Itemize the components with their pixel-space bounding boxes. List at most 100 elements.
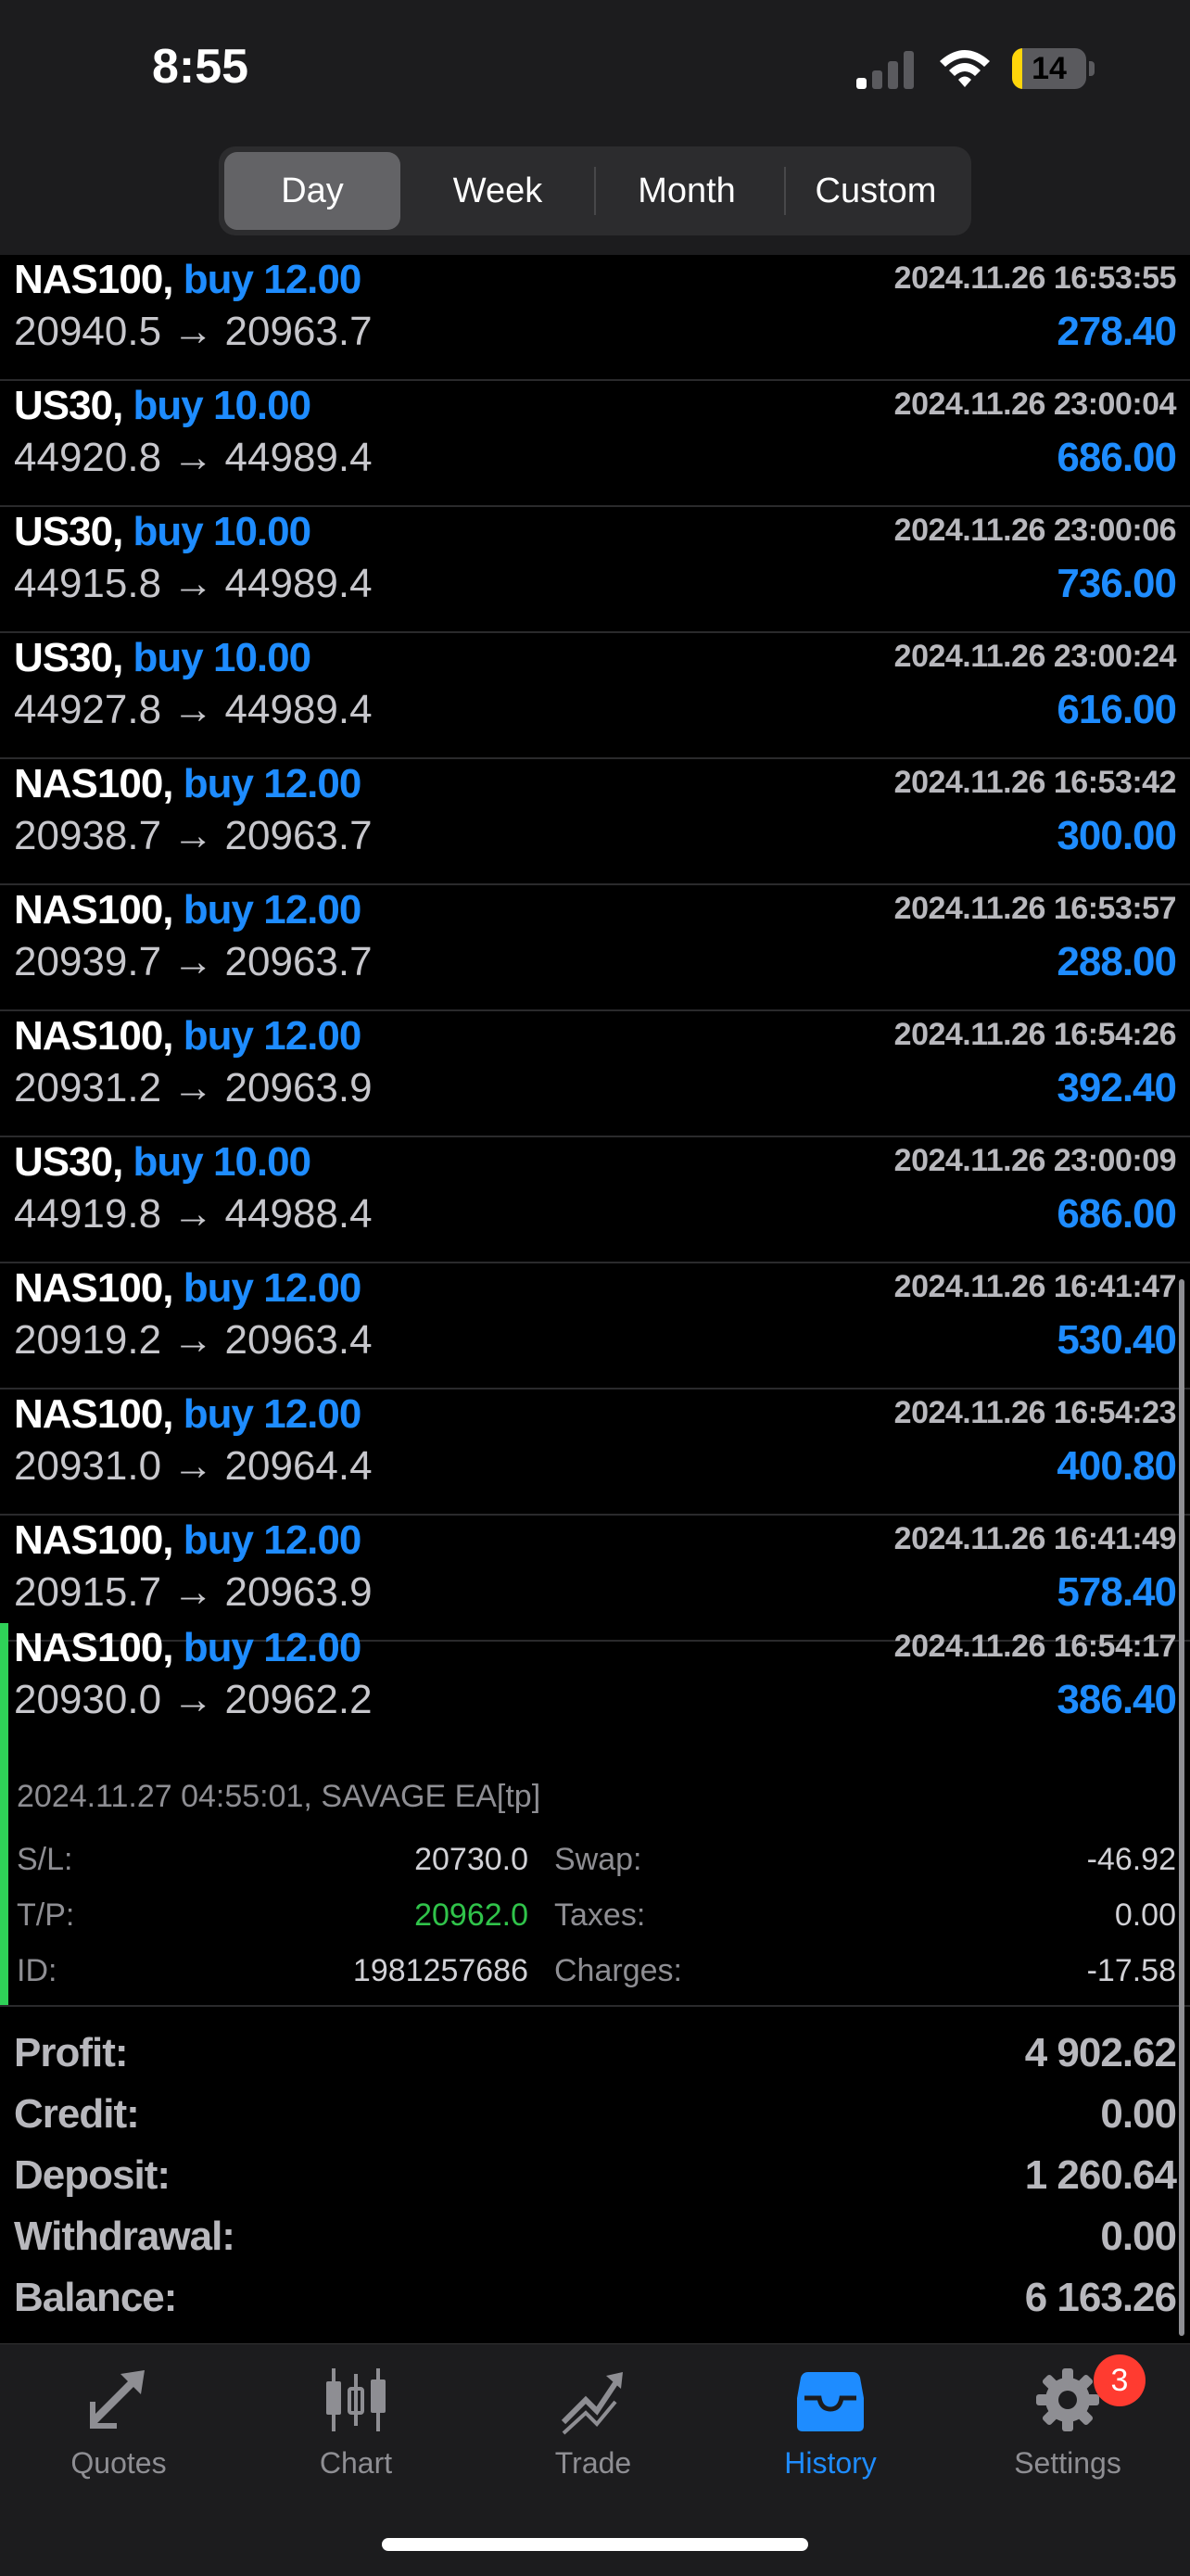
tab-history[interactable]: History bbox=[738, 2363, 923, 2502]
deal-side: buy 12.00 bbox=[183, 1013, 362, 1059]
deal-side: buy 12.00 bbox=[183, 257, 362, 302]
deal-prices: 20931.2 → 20963.9 bbox=[14, 1065, 373, 1111]
deal-side: buy 10.00 bbox=[133, 635, 312, 680]
deal-row-expanded[interactable]: NAS100, buy 12.00 20930.0 → 20962.2 2024… bbox=[0, 1623, 1190, 2007]
deal-close-price: 20963.7 bbox=[224, 813, 373, 858]
quotes-icon bbox=[90, 2370, 145, 2429]
deal-profit: 616.00 bbox=[1057, 687, 1177, 732]
summary-value: 0.00 bbox=[1100, 2091, 1177, 2137]
deal-row[interactable]: NAS100, buy 12.00 20940.5 → 20963.7 2024… bbox=[0, 255, 1190, 381]
deal-side: buy 12.00 bbox=[183, 1625, 362, 1670]
deal-profit: 400.80 bbox=[1057, 1443, 1177, 1489]
arrow-right-icon: → bbox=[172, 1677, 214, 1722]
deal-title: US30, buy 10.00 bbox=[14, 1139, 312, 1186]
deal-row[interactable]: US30, buy 10.00 44920.8 → 44989.4 2024.1… bbox=[0, 381, 1190, 507]
tab-label: Settings bbox=[1014, 2446, 1121, 2480]
deal-symbol: NAS100, bbox=[14, 887, 174, 933]
deal-prices: 20919.2 → 20963.4 bbox=[14, 1317, 373, 1364]
arrow-right-icon: → bbox=[172, 561, 214, 606]
history-icon bbox=[797, 2372, 864, 2431]
deal-title: US30, buy 10.00 bbox=[14, 383, 311, 429]
deal-row[interactable]: US30, buy 10.00 44915.8 → 44989.4 2024.1… bbox=[0, 507, 1190, 633]
tab-quotes[interactable]: Quotes bbox=[26, 2363, 211, 2502]
deal-side: buy 12.00 bbox=[183, 761, 362, 806]
deal-title: NAS100, buy 12.00 bbox=[14, 1517, 361, 1564]
taxes-value: 0.00 bbox=[1114, 1897, 1176, 1933]
deal-time: 2024.11.26 23:00:09 bbox=[893, 1143, 1177, 1178]
deal-time: 2024.11.26 16:53:55 bbox=[893, 260, 1177, 296]
trade-icon bbox=[561, 2372, 623, 2435]
deal-close-price: 44988.4 bbox=[224, 1191, 373, 1237]
cellular-signal-icon bbox=[856, 51, 914, 89]
deal-close-price: 44989.4 bbox=[224, 687, 373, 732]
arrow-right-icon: → bbox=[172, 1443, 214, 1489]
period-segmented-control: Day Week Month Custom bbox=[219, 146, 971, 235]
scrollbar[interactable] bbox=[1179, 1279, 1184, 2336]
summary-value: 1 260.64 bbox=[1024, 2152, 1177, 2198]
taxes-label: Taxes: bbox=[554, 1897, 646, 1933]
deal-row[interactable]: US30, buy 10.00 44919.8 → 44988.4 2024.1… bbox=[0, 1137, 1190, 1263]
deal-title: NAS100, buy 12.00 bbox=[14, 761, 361, 807]
deal-prices: 20938.7 → 20963.7 bbox=[14, 813, 373, 859]
summary-value: 4 902.62 bbox=[1024, 2030, 1177, 2075]
deal-open-price: 20930.0 bbox=[14, 1677, 162, 1722]
deal-row[interactable]: NAS100, buy 12.00 20939.7 → 20963.7 2024… bbox=[0, 885, 1190, 1011]
deal-close-price: 44989.4 bbox=[224, 561, 373, 606]
deal-profit: 686.00 bbox=[1057, 435, 1177, 480]
deal-symbol: NAS100, bbox=[14, 1391, 174, 1437]
deal-open-price: 44915.8 bbox=[14, 561, 162, 606]
segment-week[interactable]: Week bbox=[410, 152, 586, 230]
deal-close-price: 20963.7 bbox=[224, 939, 373, 984]
deal-row[interactable]: NAS100, buy 12.00 20919.2 → 20963.4 2024… bbox=[0, 1263, 1190, 1390]
swap-label: Swap: bbox=[554, 1842, 642, 1877]
charges-label: Charges: bbox=[554, 1953, 682, 1988]
deal-prices: 44919.8 → 44988.4 bbox=[14, 1191, 373, 1237]
charges-value: -17.58 bbox=[1086, 1953, 1176, 1988]
deal-open-price: 44919.8 bbox=[14, 1191, 162, 1237]
deal-time: 2024.11.26 23:00:24 bbox=[893, 639, 1177, 674]
segment-custom[interactable]: Custom bbox=[788, 152, 964, 230]
deal-open-price: 20939.7 bbox=[14, 939, 162, 984]
wifi-icon bbox=[940, 50, 990, 87]
deal-prices: 20930.0 → 20962.2 bbox=[14, 1677, 373, 1723]
summary-value: 6 163.26 bbox=[1024, 2275, 1177, 2320]
deal-symbol: NAS100, bbox=[14, 1013, 174, 1059]
deal-close-price: 20963.9 bbox=[224, 1065, 373, 1110]
status-time: 8:55 bbox=[152, 40, 249, 94]
deal-title: NAS100, buy 12.00 bbox=[14, 1625, 361, 1671]
deal-row[interactable]: US30, buy 10.00 44927.8 → 44989.4 2024.1… bbox=[0, 633, 1190, 759]
deal-side: buy 10.00 bbox=[133, 509, 312, 554]
deal-prices: 44920.8 → 44989.4 bbox=[14, 435, 373, 481]
tab-trade[interactable]: Trade bbox=[500, 2363, 686, 2502]
deal-row[interactable]: NAS100, buy 12.00 20931.2 → 20963.9 2024… bbox=[0, 1011, 1190, 1137]
deal-prices: 44927.8 → 44989.4 bbox=[14, 687, 373, 733]
segment-day[interactable]: Day bbox=[224, 152, 400, 230]
deal-open-price: 44927.8 bbox=[14, 687, 162, 732]
tab-label: History bbox=[784, 2446, 877, 2480]
settings-badge: 3 bbox=[1094, 2354, 1146, 2406]
deal-row[interactable]: NAS100, buy 12.00 20931.0 → 20964.4 2024… bbox=[0, 1390, 1190, 1516]
deal-title: NAS100, buy 12.00 bbox=[14, 887, 361, 933]
deal-side: buy 10.00 bbox=[133, 1139, 312, 1185]
segment-month[interactable]: Month bbox=[599, 152, 775, 230]
deal-title: NAS100, buy 12.00 bbox=[14, 1265, 361, 1312]
summary-withdrawal-row: Withdrawal: 0.00 bbox=[0, 2214, 1190, 2275]
tab-chart[interactable]: Chart bbox=[263, 2363, 449, 2502]
deals-list: NAS100, buy 12.00 20940.5 → 20963.7 2024… bbox=[0, 255, 1190, 1642]
deal-profit: 386.40 bbox=[1057, 1677, 1177, 1722]
id-value: 1981257686 bbox=[352, 1953, 528, 1988]
deal-title: US30, buy 10.00 bbox=[14, 635, 312, 681]
arrow-right-icon: → bbox=[172, 1065, 214, 1110]
tab-label: Chart bbox=[319, 2446, 393, 2480]
header: 8:55 14 Day Week Month Custom bbox=[0, 0, 1190, 255]
deal-prices: 20915.7 → 20963.9 bbox=[14, 1569, 373, 1616]
deal-row[interactable]: NAS100, buy 12.00 20938.7 → 20963.7 2024… bbox=[0, 759, 1190, 885]
deal-symbol: US30, bbox=[14, 635, 123, 680]
home-indicator[interactable] bbox=[382, 2538, 808, 2551]
deal-profit: 300.00 bbox=[1057, 813, 1177, 858]
deal-close-price: 20964.4 bbox=[224, 1443, 373, 1489]
deal-profit: 578.40 bbox=[1057, 1569, 1177, 1615]
chart-icon bbox=[326, 2368, 386, 2431]
segment-divider bbox=[594, 167, 596, 215]
gear-icon bbox=[1036, 2368, 1099, 2431]
